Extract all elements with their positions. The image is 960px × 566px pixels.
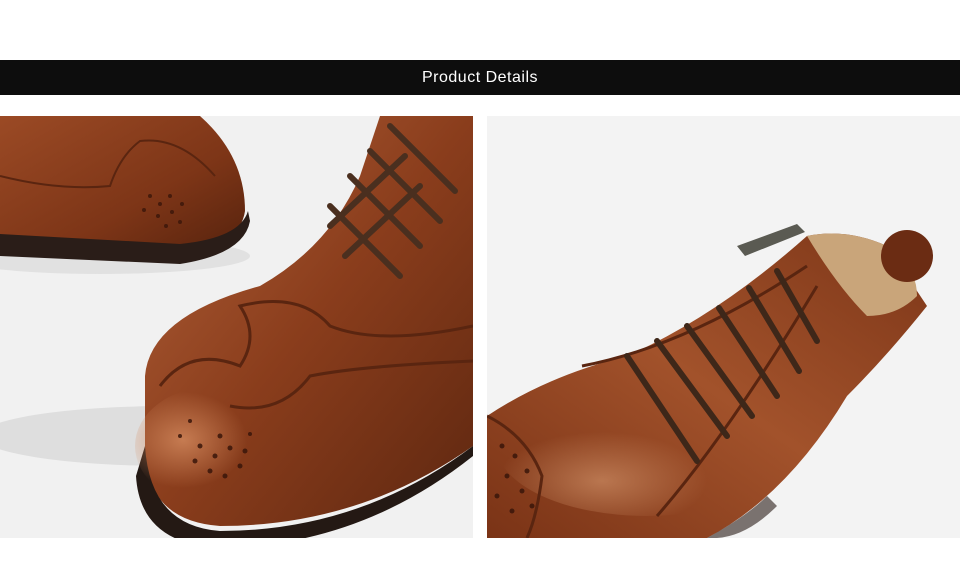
back-shoe-upper bbox=[0, 116, 245, 256]
lacing-view-illustration bbox=[487, 116, 960, 538]
section-header-banner: Product Details bbox=[0, 60, 960, 95]
product-details-section: Product Details bbox=[0, 0, 960, 566]
heel-pull-tab bbox=[881, 230, 933, 282]
section-title: Product Details bbox=[422, 68, 538, 86]
product-photo-toe-closeup bbox=[0, 116, 473, 538]
toe-closeup-illustration bbox=[0, 116, 473, 538]
product-photo-lacing-view bbox=[487, 116, 960, 538]
